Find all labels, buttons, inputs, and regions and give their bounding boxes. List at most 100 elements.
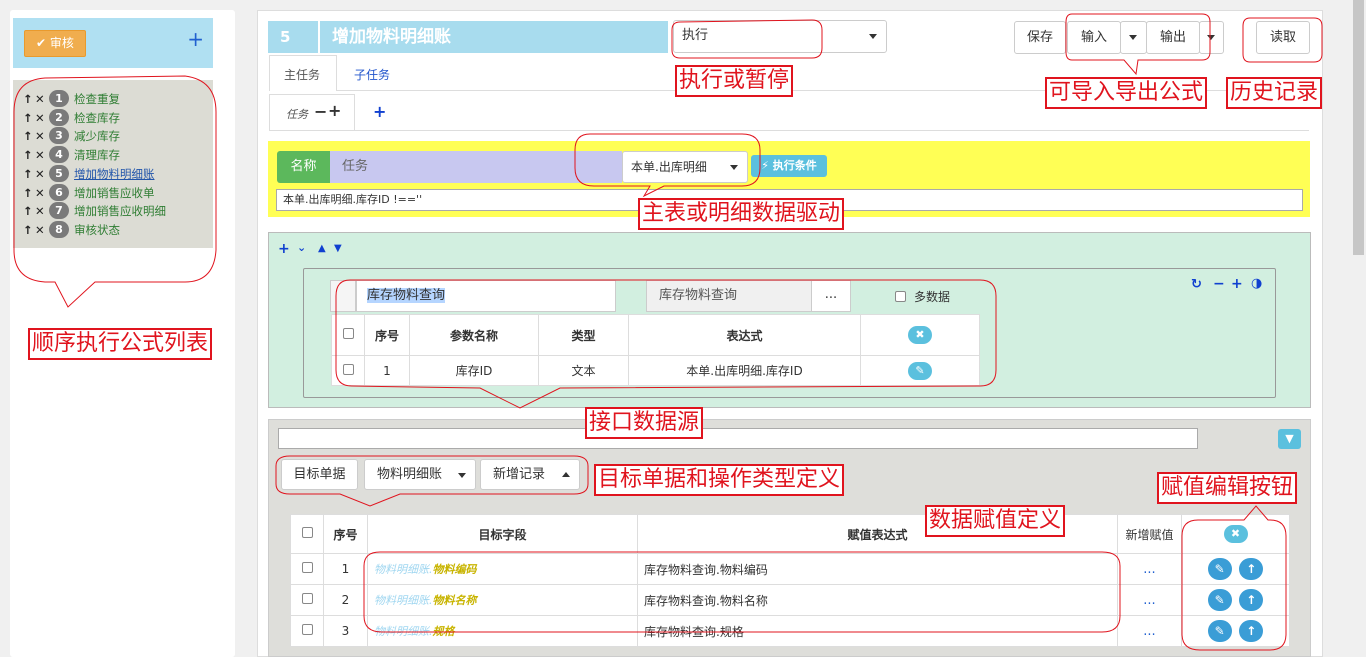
arrow-up-icon[interactable]: ↑ <box>1239 558 1264 580</box>
formula-index-badge: 7 <box>49 202 69 219</box>
chevron-down-icon[interactable]: ⌄ <box>297 241 306 254</box>
tab-sub[interactable]: 子任务 <box>354 66 390 83</box>
arrow-up-icon[interactable]: ↑ <box>23 111 35 125</box>
close-icon[interactable]: ✕ <box>35 111 49 125</box>
operation-select-value: 新增记录 <box>493 467 546 482</box>
formula-label[interactable]: 增加销售应收明细 <box>74 203 166 219</box>
arrow-up-icon[interactable]: ↑ <box>23 148 35 162</box>
input-dropdown-button[interactable] <box>1120 21 1147 54</box>
formula-list-item[interactable]: ↑ ✕ 4 清理库存 <box>23 145 120 164</box>
row-checkbox[interactable] <box>331 355 365 386</box>
contrast-icon[interactable]: ◑ <box>1251 276 1262 291</box>
scrollbar-thumb[interactable] <box>1353 0 1364 255</box>
row-checkbox[interactable] <box>290 615 324 647</box>
formula-label[interactable]: 减少库存 <box>74 128 120 144</box>
filter-icon[interactable]: ▼ <box>1278 429 1301 449</box>
formula-list-item[interactable]: ↑ ✕ 7 增加销售应收明细 <box>23 201 166 220</box>
table-row: 1 物料明细账.物料编码 库存物料查询.物料编码 ... ✎ ↑ <box>290 553 1290 585</box>
formula-label[interactable]: 检查库存 <box>74 110 120 126</box>
move-up-icon[interactable]: ▲ <box>318 243 326 254</box>
annotation-formula-list: 顺序执行公式列表 <box>28 328 213 360</box>
row-index: 1 <box>323 553 368 585</box>
target-expression-input[interactable] <box>278 428 1198 449</box>
assign-select-all[interactable] <box>290 514 324 554</box>
multi-data-label: 多数据 <box>914 290 951 304</box>
target-doc-select[interactable]: 物料明细账 <box>364 459 476 490</box>
plus-icon[interactable]: + <box>1231 276 1243 292</box>
tab-task[interactable]: 任务 − + <box>269 94 355 130</box>
formula-list-item[interactable]: ↑ ✕ 6 增加销售应收单 <box>23 183 155 202</box>
save-button[interactable]: 保存 <box>1014 21 1066 54</box>
close-icon[interactable]: ✖ <box>908 326 932 344</box>
annotation-interface-ds: 接口数据源 <box>585 407 704 439</box>
approve-button[interactable]: ✔ 审核 <box>24 30 86 57</box>
minus-icon[interactable]: − <box>1213 276 1225 292</box>
close-icon[interactable]: ✕ <box>35 167 49 181</box>
close-icon[interactable]: ✕ <box>35 129 49 143</box>
edit-icon[interactable]: ✎ <box>1207 589 1232 611</box>
exec-condition-button[interactable]: ⚡ 执行条件 <box>751 155 827 177</box>
query-more-button[interactable]: ... <box>811 280 851 312</box>
formula-list-item[interactable]: ↑ ✕ 5 增加物料明细账 <box>23 164 155 183</box>
edit-icon[interactable]: ✎ <box>908 361 932 380</box>
close-icon[interactable]: ✕ <box>35 204 49 218</box>
minus-icon[interactable]: − <box>314 102 327 121</box>
close-icon[interactable]: ✖ <box>1223 525 1248 543</box>
multi-data-checkbox[interactable] <box>895 291 906 302</box>
param-delete-cell: ✖ <box>860 314 980 356</box>
col-param-name: 参数名称 <box>409 314 539 356</box>
multi-data-option[interactable]: 多数据 <box>895 288 950 305</box>
arrow-up-icon[interactable]: ↑ <box>1239 589 1264 611</box>
row-checkbox[interactable] <box>290 584 324 616</box>
source-select[interactable]: 本单.出库明细 <box>622 151 748 183</box>
close-icon[interactable]: ✕ <box>35 92 49 106</box>
close-icon[interactable]: ✕ <box>35 223 49 237</box>
output-dropdown-button[interactable] <box>1199 21 1224 54</box>
arrow-up-icon[interactable]: ↑ <box>1239 620 1264 642</box>
name-input[interactable]: 任务 <box>330 151 622 183</box>
row-more[interactable]: ... <box>1117 584 1182 616</box>
row-checkbox[interactable] <box>290 553 324 585</box>
formula-label[interactable]: 增加销售应收单 <box>74 185 155 201</box>
formula-label[interactable]: 清理库存 <box>74 147 120 163</box>
formula-list-item[interactable]: ↑ ✕ 1 检查重复 <box>23 89 120 108</box>
formula-label[interactable]: 审核状态 <box>74 222 120 238</box>
row-more[interactable]: ... <box>1117 553 1182 585</box>
arrow-up-icon[interactable]: ↑ <box>23 92 35 106</box>
row-assign-expression: 库存物料查询.规格 <box>637 615 1118 647</box>
move-down-icon[interactable]: ▼ <box>334 243 342 254</box>
arrow-up-icon[interactable]: ↑ <box>23 204 35 218</box>
annotation-master-detail: 主表或明细数据驱动 <box>638 198 845 230</box>
edit-icon[interactable]: ✎ <box>1207 620 1232 642</box>
edit-icon[interactable]: ✎ <box>1207 558 1232 580</box>
formula-list-item[interactable]: ↑ ✕ 3 减少库存 <box>23 126 120 145</box>
mode-select[interactable]: 执行 <box>673 20 887 53</box>
plus-icon[interactable]: + <box>187 29 204 49</box>
arrow-up-icon[interactable]: ↑ <box>23 223 35 237</box>
read-button[interactable]: 读取 <box>1256 21 1310 54</box>
formula-label[interactable]: 增加物料明细账 <box>74 166 155 182</box>
target-doc-button[interactable]: 目标单据 <box>281 459 358 490</box>
formula-list-item[interactable]: ↑ ✕ 2 检查库存 <box>23 108 120 127</box>
close-icon[interactable]: ✕ <box>35 186 49 200</box>
arrow-up-icon[interactable]: ↑ <box>23 129 35 143</box>
arrow-up-icon[interactable]: ↑ <box>23 167 35 181</box>
formula-list-item[interactable]: ↑ ✕ 8 审核状态 <box>23 220 120 239</box>
plus-icon[interactable]: + <box>328 101 341 120</box>
exec-condition-label: 执行条件 <box>772 159 817 172</box>
query-name-input[interactable]: 库存物料查询 <box>356 280 616 312</box>
plus-icon[interactable]: + <box>278 241 290 257</box>
output-button[interactable]: 输出 <box>1146 21 1200 54</box>
col-index: 序号 <box>364 314 410 356</box>
add-task-icon[interactable]: + <box>373 102 386 121</box>
operation-select[interactable]: 新增记录 <box>480 459 580 490</box>
row-more[interactable]: ... <box>1117 615 1182 647</box>
col-index: 序号 <box>323 514 368 554</box>
input-button[interactable]: 输入 <box>1067 21 1121 54</box>
arrow-up-icon[interactable]: ↑ <box>23 186 35 200</box>
refresh-icon[interactable]: ↻ <box>1191 277 1202 292</box>
query-select[interactable]: 库存物料查询 <box>646 280 812 312</box>
close-icon[interactable]: ✕ <box>35 148 49 162</box>
param-select-all[interactable] <box>331 314 365 356</box>
formula-label[interactable]: 检查重复 <box>74 91 120 107</box>
